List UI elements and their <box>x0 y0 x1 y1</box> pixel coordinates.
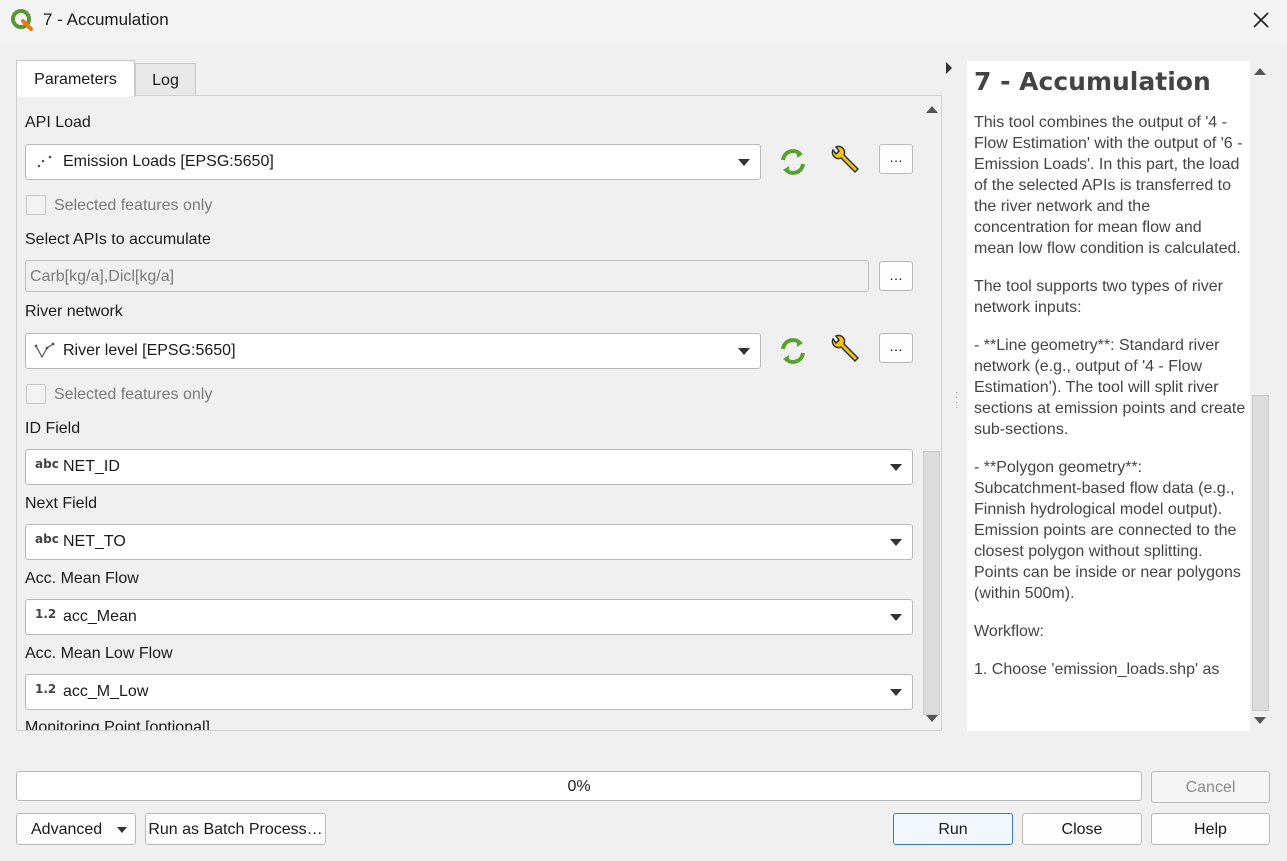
next-field-label: Next Field <box>25 495 98 512</box>
api-load-combo[interactable]: Emission Loads [EPSG:5650] <box>25 144 761 180</box>
point-layer-icon <box>37 155 52 168</box>
api-load-value: Emission Loads [EPSG:5650] <box>63 153 274 170</box>
chevron-down-icon <box>738 348 750 355</box>
chevron-down-icon <box>890 614 902 621</box>
scroll-thumb[interactable] <box>1252 395 1269 711</box>
line-layer-icon <box>34 342 55 359</box>
refresh-icon[interactable] <box>775 144 811 180</box>
id-field-label: ID Field <box>25 420 81 437</box>
splitter-handle[interactable]: · · · · <box>955 388 958 413</box>
id-field-combo[interactable]: abc NET_ID <box>25 449 913 485</box>
help-title: 7 - Accumulation <box>974 67 1211 96</box>
selected-only-checkbox-1[interactable] <box>26 195 46 215</box>
advanced-button[interactable]: Advanced <box>16 813 136 845</box>
scroll-thumb[interactable] <box>923 451 940 715</box>
text-field-icon: abc <box>35 532 59 546</box>
acc-low-flow-value: acc_M_Low <box>63 683 149 700</box>
tab-log[interactable]: Log <box>135 63 196 96</box>
river-network-label: River network <box>25 303 123 320</box>
help-button[interactable]: Help <box>1151 813 1270 845</box>
batch-process-button[interactable]: Run as Batch Process… <box>145 813 326 845</box>
help-paragraph: Workflow: <box>974 623 1044 640</box>
select-apis-button[interactable]: … <box>879 261 913 291</box>
next-field-combo[interactable]: abc NET_TO <box>25 524 913 560</box>
decimal-field-icon: 1.2 <box>35 607 57 621</box>
chevron-down-icon <box>890 689 902 696</box>
scroll-up-icon[interactable] <box>1254 68 1266 75</box>
acc-low-flow-label: Acc. Mean Low Flow <box>25 645 173 662</box>
refresh-icon[interactable] <box>775 333 811 369</box>
parameters-scrollbar[interactable] <box>921 96 941 730</box>
window-title: 7 - Accumulation <box>43 10 169 29</box>
title-bar: 7 - Accumulation <box>0 0 1287 42</box>
wrench-icon[interactable] <box>827 142 863 178</box>
scroll-down-icon[interactable] <box>926 715 938 722</box>
select-apis-label: Select APIs to accumulate <box>25 231 211 248</box>
acc-mean-flow-value: acc_Mean <box>63 608 137 625</box>
parameters-scroll-area: API Load Emission Loads [EPSG:5650] … Se… <box>17 106 919 731</box>
next-field-value: NET_TO <box>63 533 126 550</box>
help-paragraph: - **Line geometry**: Standard river netw… <box>974 337 1246 438</box>
close-icon[interactable] <box>1249 8 1273 32</box>
parameters-panel: API Load Emission Loads [EPSG:5650] … Se… <box>16 95 942 731</box>
collapse-help-icon[interactable] <box>946 62 952 74</box>
help-scrollbar[interactable] <box>1250 61 1270 731</box>
help-panel: 7 - Accumulation This tool combines the … <box>967 61 1270 731</box>
acc-mean-flow-label: Acc. Mean Flow <box>25 570 139 587</box>
decimal-field-icon: 1.2 <box>35 682 57 696</box>
help-paragraph: This tool combines the output of '4 - Fl… <box>974 114 1243 257</box>
api-load-label: API Load <box>25 114 91 131</box>
text-field-icon: abc <box>35 457 59 471</box>
cancel-button[interactable]: Cancel <box>1151 771 1270 803</box>
help-paragraph: - **Polygon geometry**: Subcatchment-bas… <box>974 459 1241 602</box>
chevron-down-icon <box>738 159 750 166</box>
river-network-value: River level [EPSG:5650] <box>63 342 236 359</box>
select-apis-value: Carb[kg/a],Dicl[kg/a] <box>30 268 175 285</box>
river-network-options-button[interactable]: … <box>879 333 913 363</box>
help-paragraph: 1. Choose 'emission_loads.shp' as <box>974 661 1220 678</box>
scroll-up-icon[interactable] <box>926 106 938 113</box>
progress-text: 0% <box>567 778 591 795</box>
wrench-icon[interactable] <box>827 331 863 367</box>
river-network-combo[interactable]: River level [EPSG:5650] <box>25 333 761 369</box>
id-field-value: NET_ID <box>63 458 120 475</box>
selected-only-checkbox-2[interactable] <box>26 384 46 404</box>
monitoring-point-label: Monitoring Point [optional] <box>25 719 210 731</box>
selected-only-label-1: Selected features only <box>54 197 213 214</box>
scroll-down-icon[interactable] <box>1254 717 1266 724</box>
acc-mean-flow-combo[interactable]: 1.2 acc_Mean <box>25 599 913 635</box>
api-load-options-button[interactable]: … <box>879 144 913 174</box>
chevron-down-icon <box>890 539 902 546</box>
chevron-down-icon <box>117 827 127 833</box>
help-paragraph: The tool supports two types of river net… <box>974 278 1223 316</box>
run-button[interactable]: Run <box>893 813 1013 845</box>
close-button[interactable]: Close <box>1022 813 1142 845</box>
chevron-down-icon <box>890 464 902 471</box>
progress-bar: 0% <box>16 771 1142 801</box>
select-apis-input[interactable]: Carb[kg/a],Dicl[kg/a] <box>25 260 869 292</box>
tab-parameters[interactable]: Parameters <box>16 60 135 97</box>
selected-only-label-2: Selected features only <box>54 386 213 403</box>
advanced-label: Advanced <box>31 821 103 838</box>
qgis-icon <box>11 9 33 31</box>
acc-low-flow-combo[interactable]: 1.2 acc_M_Low <box>25 674 913 710</box>
